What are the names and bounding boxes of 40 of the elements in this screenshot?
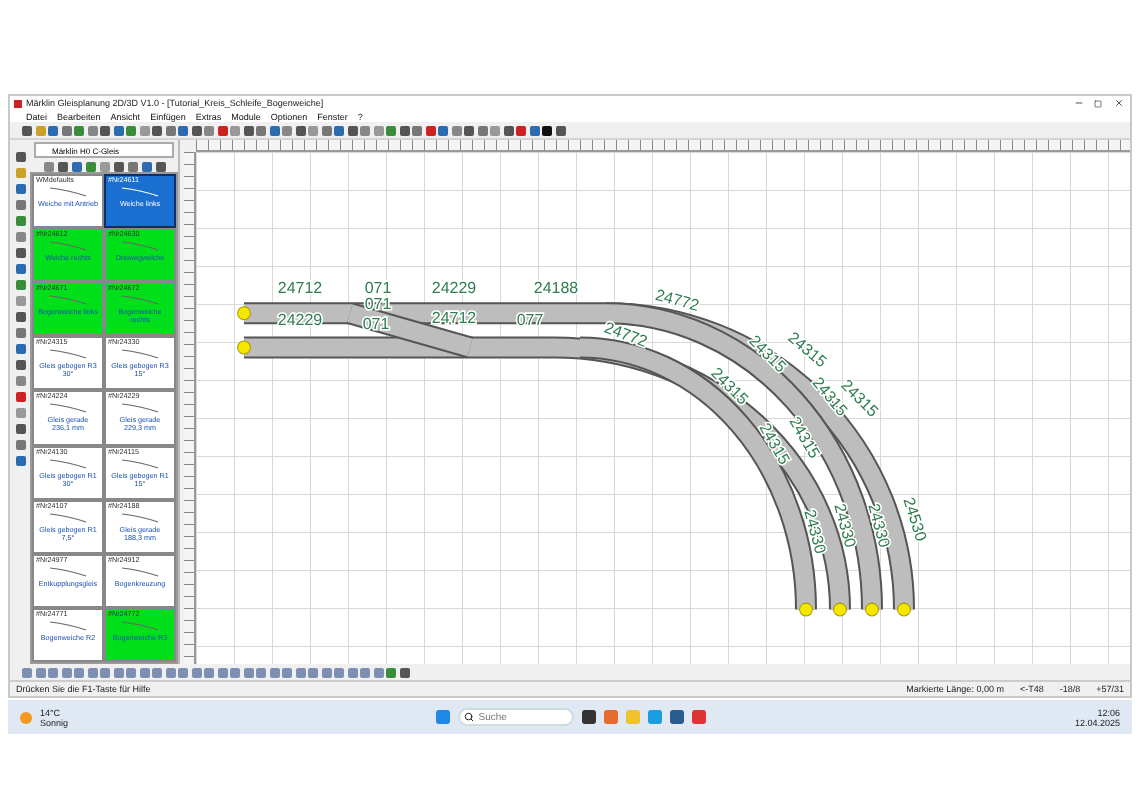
track-label: 24772 (653, 285, 702, 315)
track-preview-icon (48, 619, 88, 632)
search-icon (464, 712, 475, 722)
track-preview-icon (120, 402, 160, 415)
app-logo-icon (14, 99, 22, 107)
track-preview-icon (48, 294, 88, 307)
track-preview-icon (120, 565, 160, 578)
minimize-icon[interactable] (1070, 98, 1086, 108)
track-label: 24330 (864, 501, 894, 550)
track-label: 24330 (800, 507, 830, 556)
track-label: 24188 (533, 279, 579, 298)
track-preview-icon (48, 402, 88, 415)
track-label: 24772 (601, 318, 650, 351)
start-icon[interactable] (436, 710, 451, 724)
track-end-marker (237, 340, 251, 355)
track-label: 071 (362, 315, 390, 334)
track-preview-icon (120, 457, 160, 470)
track-preview-icon (48, 565, 88, 578)
track-label: 24229 (431, 279, 477, 298)
track-end-marker (897, 602, 911, 617)
track-preview-icon (48, 186, 88, 198)
track-end-marker (865, 602, 879, 617)
track-preview-icon (48, 457, 88, 470)
track-preview-icon (120, 348, 160, 361)
track-end-marker (799, 602, 813, 617)
track-preview-icon (120, 619, 160, 632)
track-preview-icon (120, 294, 160, 307)
track-end-marker (833, 602, 847, 617)
track-end-marker (237, 306, 251, 321)
track-preview-icon (120, 240, 160, 253)
track-preview-icon (120, 511, 160, 524)
track-label: 071 (364, 279, 392, 298)
track-preview-icon (48, 511, 88, 524)
track-preview-icon (120, 186, 160, 198)
track-preview-icon (48, 240, 88, 253)
track-label: 24712 (277, 279, 323, 298)
track-label: 24330 (830, 501, 860, 550)
track-label: 24530 (899, 495, 931, 544)
track-preview-icon (48, 348, 88, 361)
track-piece[interactable] (244, 336, 554, 359)
